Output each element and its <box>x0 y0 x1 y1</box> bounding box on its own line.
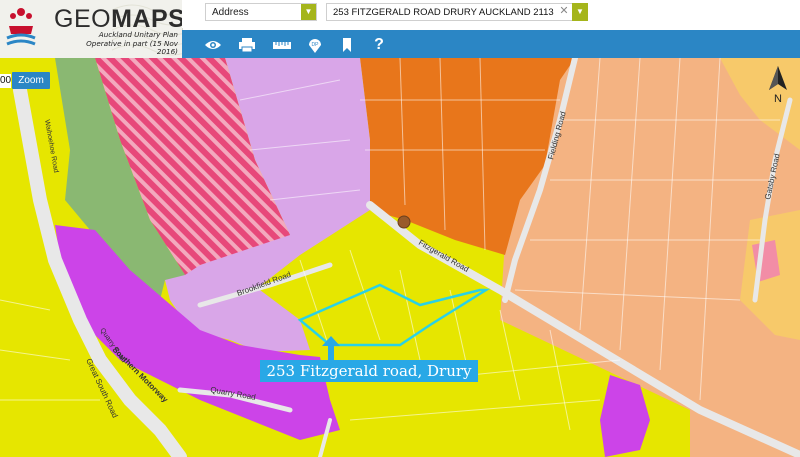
eye-icon[interactable] <box>204 36 222 54</box>
search-type-value: Address <box>212 7 249 18</box>
address-callout: 253 Fitzgerald road, Drury <box>260 360 478 382</box>
search-type-select[interactable]: Address ▼ <box>205 3 317 21</box>
logo-panel: GEOMAPS Auckland Unitary Plan Operative … <box>0 0 183 58</box>
map-toolbar: DP ? <box>182 30 800 58</box>
scale-readout: 000 <box>0 74 11 88</box>
auckland-council-logo-icon <box>6 8 36 46</box>
location-marker <box>397 215 411 229</box>
zoom-control: 000 Zoom <box>0 72 50 89</box>
address-search-value: 253 FITZGERALD ROAD DRURY AUCKLAND 2113 <box>333 7 554 18</box>
plan-subtitle: Auckland Unitary Plan Operative in part … <box>66 30 178 57</box>
address-search-input[interactable]: 253 FITZGERALD ROAD DRURY AUCKLAND 2113 <box>326 3 588 21</box>
clear-icon[interactable]: ✕ <box>558 3 570 19</box>
geomaps-app: Fitzgerald Road Brookfield Road Quarry R… <box>0 0 800 457</box>
north-arrow-icon: N <box>769 66 787 105</box>
print-icon[interactable] <box>238 36 256 54</box>
brand-bold: MAPS <box>111 5 183 33</box>
zoom-button[interactable]: Zoom <box>12 72 50 89</box>
measure-icon[interactable] <box>272 36 291 54</box>
chevron-down-icon[interactable]: ▼ <box>301 4 316 20</box>
svg-text:DP: DP <box>312 42 320 48</box>
map-canvas[interactable]: Fitzgerald Road Brookfield Road Quarry R… <box>0 0 800 457</box>
address-dropdown-icon[interactable]: ▼ <box>572 3 588 21</box>
subtitle-line2: Operative in part (15 Nov 2016) <box>86 38 178 56</box>
north-label: N <box>774 93 782 105</box>
dp-pin-icon[interactable]: DP <box>306 36 324 54</box>
bookmark-icon[interactable] <box>338 36 356 54</box>
map-view[interactable]: Fitzgerald Road Brookfield Road Quarry R… <box>0 0 800 457</box>
help-icon[interactable]: ? <box>370 36 388 54</box>
app-header: GEOMAPS Auckland Unitary Plan Operative … <box>0 0 800 58</box>
brand-light: GEO <box>54 5 112 33</box>
